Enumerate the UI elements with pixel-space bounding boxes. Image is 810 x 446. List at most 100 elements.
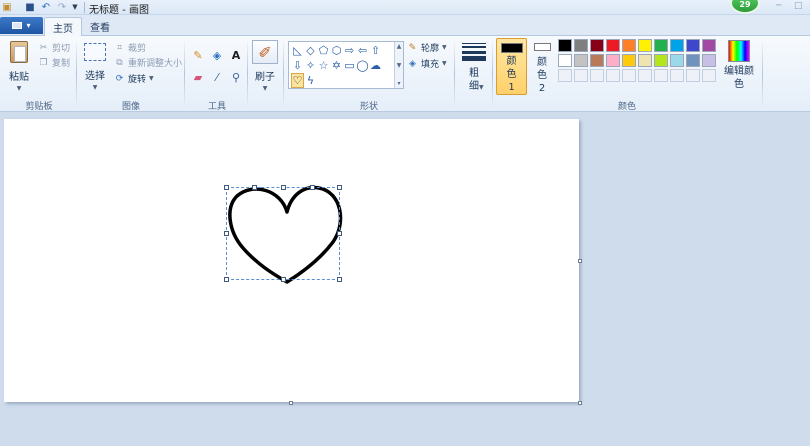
color-picker-icon[interactable]: ⁄ <box>209 69 225 85</box>
right-arrow-shape-icon[interactable]: ⇨ <box>343 43 356 58</box>
down-arrow-shape-icon[interactable]: ⇩ <box>291 58 304 73</box>
palette-swatch[interactable] <box>702 39 716 52</box>
line-icon[interactable]: ◺ <box>291 43 304 58</box>
custom-color-slot[interactable] <box>670 69 684 82</box>
resize-handle[interactable] <box>281 277 286 282</box>
canvas-resize-handle-bottom[interactable] <box>289 401 293 405</box>
heart-shape-icon[interactable]: ♡ <box>291 73 304 88</box>
paste-button[interactable]: 粘贴 ▼ <box>6 41 32 92</box>
four-star-shape-icon[interactable]: ✧ <box>304 58 317 73</box>
group-separator <box>762 40 763 108</box>
edit-colors-button[interactable]: 编辑颜色 <box>720 40 758 91</box>
six-star-shape-icon[interactable]: ✡ <box>330 58 343 73</box>
pentagon-shape-icon[interactable]: ⬠ <box>317 43 330 58</box>
rect-callout-shape-icon[interactable]: ▭ <box>343 58 356 73</box>
resize-handle[interactable] <box>224 185 229 190</box>
custom-color-slot[interactable] <box>702 69 716 82</box>
palette-swatch[interactable] <box>622 39 636 52</box>
palette-swatch[interactable] <box>654 39 668 52</box>
resize-handle[interactable] <box>281 185 286 190</box>
palette-swatch[interactable] <box>670 39 684 52</box>
tab-view[interactable]: 查看 <box>84 17 116 36</box>
redo-icon[interactable]: ↷ <box>56 1 68 13</box>
custom-color-slot[interactable] <box>686 69 700 82</box>
scroll-up-icon[interactable]: ▲ <box>397 43 402 50</box>
custom-color-slot[interactable] <box>590 69 604 82</box>
custom-color-slot[interactable] <box>622 69 636 82</box>
palette-swatch[interactable] <box>558 54 572 67</box>
resize-handle[interactable] <box>224 277 229 282</box>
custom-color-slot[interactable] <box>654 69 668 82</box>
palette-swatch[interactable] <box>670 54 684 67</box>
lightning-shape-icon[interactable]: ϟ <box>304 73 317 88</box>
copy-button[interactable]: ❐ 复制 <box>38 56 70 70</box>
resize-handle[interactable] <box>337 277 342 282</box>
resize-handle[interactable] <box>252 185 257 190</box>
palette-swatch[interactable] <box>622 54 636 67</box>
hexagon-shape-icon[interactable]: ⬡ <box>330 43 343 58</box>
custom-color-slot[interactable] <box>606 69 620 82</box>
custom-color-slot[interactable] <box>558 69 572 82</box>
window-title: 无标题 - 画图 <box>89 5 149 16</box>
save-icon[interactable]: ■ <box>24 1 36 13</box>
resize-handle[interactable] <box>337 231 342 236</box>
five-star-shape-icon[interactable]: ☆ <box>317 58 330 73</box>
palette-swatch[interactable] <box>590 54 604 67</box>
undo-icon[interactable]: ↶ <box>40 1 52 13</box>
brushes-button[interactable]: ✐ 刷子 ▼ <box>251 40 279 92</box>
palette-swatch[interactable] <box>606 54 620 67</box>
tab-home[interactable]: 主页 <box>44 17 82 37</box>
palette-swatch[interactable] <box>702 54 716 67</box>
palette-swatch[interactable] <box>638 54 652 67</box>
color2-button[interactable]: 颜色 2 <box>530 40 554 95</box>
crop-button[interactable]: ⌗ 裁剪 <box>114 41 146 55</box>
drawing-canvas[interactable] <box>4 119 579 402</box>
expand-gallery-icon[interactable]: ▾ <box>397 80 400 87</box>
palette-swatch[interactable] <box>590 39 604 52</box>
select-button[interactable]: 选择 ▼ <box>82 43 108 91</box>
eraser-icon[interactable]: ▰ <box>190 69 206 85</box>
scroll-down-icon[interactable]: ▼ <box>397 62 402 69</box>
up-arrow-shape-icon[interactable]: ⇧ <box>369 43 382 58</box>
palette-swatch[interactable] <box>574 54 588 67</box>
resize-button[interactable]: ⧉ 重新调整大小 <box>114 56 182 70</box>
palette-swatch[interactable] <box>574 39 588 52</box>
color1-button[interactable]: 颜色 1 <box>496 38 527 95</box>
palette-swatch[interactable] <box>686 54 700 67</box>
minimize-icon[interactable]: ─ <box>776 1 781 11</box>
chevron-down-icon: ▼ <box>149 75 154 82</box>
custom-color-slot[interactable] <box>638 69 652 82</box>
selection-box[interactable] <box>224 185 342 282</box>
palette-swatch[interactable] <box>638 39 652 52</box>
oval-callout-shape-icon[interactable]: ◯ <box>356 58 369 73</box>
edit-colors-label: 编辑颜色 <box>724 66 754 90</box>
pencil-icon[interactable]: ✎ <box>190 47 206 63</box>
text-icon[interactable]: A <box>228 47 244 63</box>
palette-swatch[interactable] <box>686 39 700 52</box>
magnifier-icon[interactable]: ⚲ <box>228 69 244 85</box>
cut-button[interactable]: ✂ 剪切 <box>38 41 70 55</box>
canvas-resize-handle-right[interactable] <box>578 259 582 263</box>
diamond-shape-icon[interactable]: ◇ <box>304 43 317 58</box>
rotate-button[interactable]: ⟳ 旋转 ▼ <box>114 72 154 86</box>
resize-handle[interactable] <box>310 185 315 190</box>
app-menu-button[interactable]: ▾ <box>0 17 43 34</box>
cloud-callout-shape-icon[interactable]: ☁ <box>369 58 382 73</box>
title-bar: ▣ ■ ↶ ↷ ▼ 无标题 - 画图 29 ─ □ <box>0 0 810 16</box>
customize-quick-access-icon[interactable]: ▼ <box>70 1 80 13</box>
fill-button[interactable]: ◈ 填充 ▼ <box>407 57 447 71</box>
maximize-icon[interactable]: □ <box>794 1 803 11</box>
palette-swatch[interactable] <box>606 39 620 52</box>
outline-button[interactable]: ✎ 轮廓 ▼ <box>407 41 447 55</box>
palette-swatch[interactable] <box>654 54 668 67</box>
notification-badge[interactable]: 29 <box>730 0 760 14</box>
fill-icon[interactable]: ◈ <box>209 47 225 63</box>
palette-swatch[interactable] <box>558 39 572 52</box>
resize-handle[interactable] <box>224 231 229 236</box>
left-arrow-shape-icon[interactable]: ⇦ <box>356 43 369 58</box>
canvas-resize-handle-corner[interactable] <box>578 401 582 405</box>
shapes-scrollbar[interactable]: ▲ ▼ ▾ <box>394 42 403 88</box>
custom-color-slot[interactable] <box>574 69 588 82</box>
paint-app-icon[interactable]: ▣ <box>0 1 14 13</box>
resize-handle[interactable] <box>337 185 342 190</box>
